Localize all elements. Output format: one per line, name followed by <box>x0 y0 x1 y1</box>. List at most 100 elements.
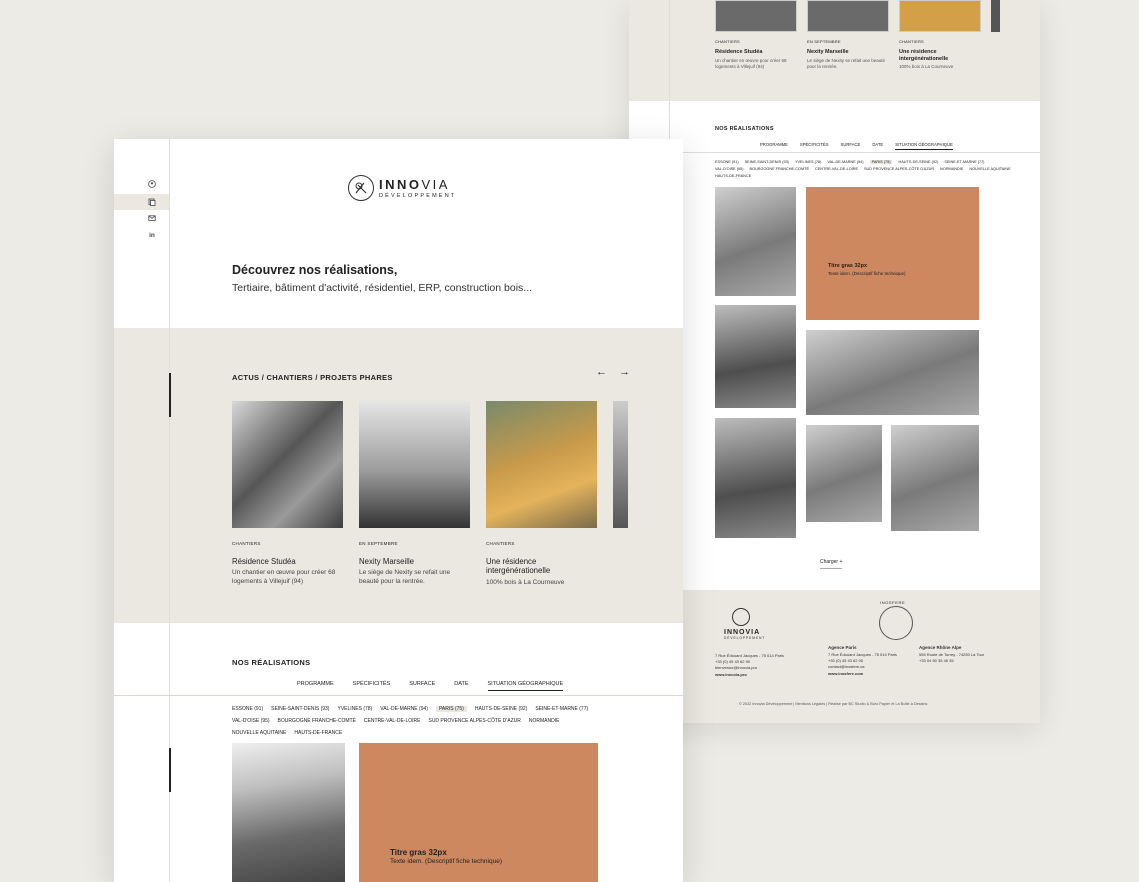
tab-date[interactable]: DATE <box>454 681 468 691</box>
project-photo[interactable] <box>891 425 979 531</box>
tab-specificites[interactable]: SPÉCIFICITÉS <box>800 142 829 150</box>
arrow-left-icon[interactable]: ← <box>596 366 607 378</box>
card-desc: 100% bois à La Courneuve <box>899 64 954 70</box>
logo-name-bold: INNO <box>379 177 422 192</box>
arrow-right-icon[interactable]: → <box>619 366 630 378</box>
copyright: © 2022 Innovia Développement | Mentions … <box>739 702 928 706</box>
project-photo[interactable] <box>806 330 979 415</box>
chip-essone[interactable]: ESSONE (91) <box>232 706 263 712</box>
next-card-peek <box>991 0 1000 32</box>
card-title: Nexity Marseille <box>359 557 415 566</box>
footer-logo-name: INNOVIA <box>724 629 761 636</box>
chip-centre[interactable]: CENTRE-VAL-DE-LOIRE <box>364 718 421 724</box>
back-news-card[interactable]: CHANTIERS Une résidence intergénératione… <box>899 0 981 70</box>
chip-hauts-de-france[interactable]: HAUTS-DE-FRANCE <box>715 174 751 178</box>
next-card-peek[interactable] <box>613 401 628 528</box>
chip-seine-et-marne[interactable]: SEINE-ET-MARNE (77) <box>535 706 588 712</box>
tab-date[interactable]: DATE <box>872 142 883 150</box>
front-page: in INNOVIA DÉVELOPPEMENT Découvrez nos r… <box>114 139 683 882</box>
feature-desc: Texte idem. (Descriptif fiche technique) <box>390 858 502 865</box>
tab-situation-geographique[interactable]: SITUATION GÉOGRAPHIQUE <box>487 681 564 691</box>
chip-seine-saint-denis[interactable]: SEINE-SAINT-DENIS (93) <box>745 160 789 164</box>
chip-nouvelle-aquitaine[interactable]: NOUVELLE AQUITAINE <box>969 167 1010 171</box>
chip-hauts-de-seine[interactable]: HAUTS-DE-SEINE (92) <box>475 706 528 712</box>
chip-yvelines[interactable]: YVELINES (78) <box>795 160 821 164</box>
agency-website[interactable]: www.inosfere.com <box>828 671 897 677</box>
chip-paris[interactable]: PARIS (75) <box>435 706 467 712</box>
chip-seine-et-marne[interactable]: SEINE-ET-MARNE (77) <box>944 160 984 164</box>
chip-val-de-marne[interactable]: VAL-DE-MARNE (94) <box>827 160 863 164</box>
back-page: CHANTIERS Résidence Studéa Un chantier e… <box>629 0 1040 723</box>
tab-situation-geographique[interactable]: SITUATION GÉOGRAPHIQUE <box>895 142 953 150</box>
card-image <box>232 401 343 528</box>
feature-desc: Texte idem. (Descriptif fiche technique) <box>828 271 906 276</box>
project-photo[interactable] <box>806 425 882 522</box>
chip-hauts-de-seine[interactable]: HAUTS-DE-SEINE (92) <box>898 160 938 164</box>
chip-paca[interactable]: SUD PROVENCE ALPES-CÔTE D'AZUR <box>428 718 520 724</box>
chip-essone[interactable]: ESSONE (91) <box>715 160 739 164</box>
feature-title: Titre gras 32px <box>828 263 868 269</box>
inosfere-badge[interactable] <box>879 606 913 640</box>
footer-logo-sub: DÉVELOPPEMENT <box>724 636 766 640</box>
project-photo[interactable] <box>715 187 796 296</box>
project-photo[interactable] <box>232 743 345 882</box>
chip-val-de-marne[interactable]: VAL-DE-MARNE (94) <box>380 706 428 712</box>
news-card[interactable]: CHANTIERS Une résidence intergénératione… <box>486 401 597 587</box>
feature-tile[interactable]: Titre gras 32px Texte idem. (Descriptif … <box>806 187 979 320</box>
sidebar-active-bg <box>114 194 169 210</box>
card-title: Résidence Studéa <box>232 557 296 566</box>
load-more-button[interactable]: Charger + <box>820 559 843 569</box>
user-icon[interactable] <box>148 180 156 188</box>
card-title: Résidence Studéa <box>715 49 763 55</box>
section-title: NOS RÉALISATIONS <box>715 126 774 132</box>
footer-logo[interactable]: INNOVIA DÉVELOPPEMENT <box>724 608 765 640</box>
agency-title: Agence Paris <box>828 645 857 650</box>
chip-seine-saint-denis[interactable]: SEINE-SAINT-DENIS (93) <box>271 706 329 712</box>
logo-name-light: VIA <box>421 177 450 192</box>
linkedin-icon[interactable]: in <box>148 231 156 239</box>
card-image <box>715 0 797 32</box>
logo-subtitle: DÉVELOPPEMENT <box>379 193 457 199</box>
project-photo[interactable] <box>715 418 796 538</box>
card-desc: Le siège de Nexity se refait une beauté … <box>359 569 451 586</box>
feature-tile[interactable]: Titre gras 32px Texte idem. (Descriptif … <box>359 743 598 882</box>
logo-mark-icon <box>348 175 374 201</box>
chip-normandie[interactable]: NORMANDIE <box>529 718 560 724</box>
mail-icon[interactable] <box>148 214 156 222</box>
back-news-card[interactable]: EN SEPTEMBRE Nexity Marseille Le siège d… <box>807 0 889 70</box>
copy-icon[interactable] <box>148 198 156 206</box>
divider <box>629 152 1040 153</box>
chip-bourgogne[interactable]: BOURGOGNE FRANCHE-COMTÉ <box>278 718 356 724</box>
card-title: Nexity Marseille <box>807 49 849 55</box>
card-category: CHANTIERS <box>486 541 515 546</box>
section-marker <box>169 373 171 417</box>
chip-val-d-oise[interactable]: VAL-D'OISE (95) <box>232 718 270 724</box>
card-desc: Un chantier en œuvre pour créer 68 logem… <box>715 57 787 69</box>
footer-website[interactable]: www.innovia.pro <box>715 672 784 678</box>
project-photo[interactable] <box>715 305 796 408</box>
news-section-title: ACTUS / CHANTIERS / PROJETS PHARES <box>232 373 393 382</box>
news-card[interactable]: EN SEPTEMBRE Nexity Marseille Le siège d… <box>359 401 470 587</box>
chip-bourgogne[interactable]: BOURGOGNE FRANCHE-COMTÉ <box>750 167 810 171</box>
chip-yvelines[interactable]: YVELINES (78) <box>337 706 372 712</box>
back-news-card[interactable]: CHANTIERS Résidence Studéa Un chantier e… <box>715 0 797 70</box>
chip-centre[interactable]: CENTRE-VAL-DE-LOIRE <box>815 167 858 171</box>
tab-specificites[interactable]: SPÉCIFICITÉS <box>353 681 391 691</box>
agency-title: Agence Rhône Alpe <box>919 645 962 650</box>
chip-hauts-de-france[interactable]: HAUTS-DE-FRANCE <box>294 730 342 736</box>
card-desc: Le siège de Nexity se refait une beauté … <box>807 57 886 69</box>
chip-normandie[interactable]: NORMANDIE <box>940 167 963 171</box>
tab-surface[interactable]: SURFACE <box>409 681 435 691</box>
tab-surface[interactable]: SURFACE <box>841 142 861 150</box>
site-logo[interactable]: INNOVIA DÉVELOPPEMENT <box>348 175 457 201</box>
news-card[interactable]: CHANTIERS Résidence Studéa Un chantier e… <box>232 401 343 587</box>
chip-val-d-oise[interactable]: VAL-D'OISE (95) <box>715 167 744 171</box>
logo-mark-icon <box>732 608 750 626</box>
tab-programme[interactable]: PROGRAMME <box>297 681 334 691</box>
chip-paris[interactable]: PARIS (75) <box>869 160 893 164</box>
chip-nouvelle-aquitaine[interactable]: NOUVELLE AQUITAINE <box>232 730 286 736</box>
card-category: CHANTIERS <box>715 39 740 44</box>
tab-programme[interactable]: PROGRAMME <box>760 142 788 150</box>
chip-paca[interactable]: SUD PROVENCE ALPES-CÔTE D'AZUR <box>864 167 934 171</box>
footer-agency-rhone: Agence Rhône Alpe 555 Route de Torrey - … <box>919 645 984 664</box>
